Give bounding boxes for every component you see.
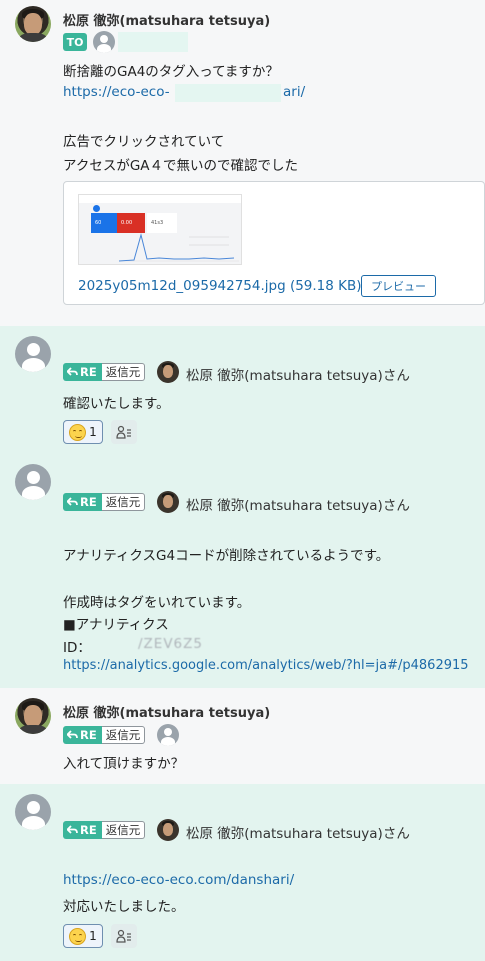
message-link[interactable]: https://eco-eco-eco.com/danshari/ bbox=[63, 872, 294, 888]
reply-badge[interactable]: RE 返信元 bbox=[63, 726, 146, 744]
reply-badge[interactable]: RE 返信元 bbox=[63, 493, 146, 511]
sender-avatar[interactable] bbox=[15, 336, 51, 372]
message-5: RE 返信元 松原 徹弥(matsuhara tetsuya)さん https:… bbox=[0, 784, 485, 961]
message-link-start[interactable]: https://eco-eco- bbox=[63, 84, 170, 100]
message-text: 広告でクリックされていて bbox=[63, 134, 225, 150]
attachment-thumbnail[interactable]: 60 0.00 41s3 bbox=[78, 194, 242, 265]
message-text: 入れて頂けますか？ bbox=[63, 756, 185, 772]
sender-name[interactable]: 松原 徹弥(matsuhara tetsuya) bbox=[63, 702, 270, 721]
message-link-end[interactable]: ari/ bbox=[283, 84, 305, 100]
re-label: RE bbox=[80, 495, 97, 509]
sender-avatar[interactable] bbox=[15, 794, 51, 830]
redacted-recipient-name bbox=[118, 32, 188, 52]
reaction-users-button[interactable] bbox=[111, 924, 137, 948]
re-label: RE bbox=[80, 728, 97, 742]
message-text: 対応いたしました。 bbox=[63, 899, 185, 915]
re-label: RE bbox=[80, 365, 97, 379]
recipient-avatar[interactable] bbox=[93, 31, 115, 53]
message-text: 断捨離のGA4のタグ入ってますか？ bbox=[63, 64, 279, 80]
message-text: アクセスがGA４で無いので確認でした bbox=[63, 158, 299, 174]
message-2: RE 返信元 松原 徹弥(matsuhara tetsuya)さん 確認いたしま… bbox=[0, 326, 485, 454]
reaction-button[interactable]: 1 bbox=[63, 924, 103, 948]
message-3: RE 返信元 松原 徹弥(matsuhara tetsuya)さん アナリティク… bbox=[0, 454, 485, 688]
message-text: アナリティクスG4コードが削除されているようです。 bbox=[63, 548, 390, 564]
message-text: 確認いたします。 bbox=[63, 396, 170, 412]
reply-to-avatar[interactable] bbox=[157, 819, 179, 841]
message-text: 作成時はタグをいれています。 bbox=[63, 595, 251, 611]
message-text: ■アナリティクス bbox=[63, 617, 169, 633]
smile-emoji-icon bbox=[69, 423, 87, 441]
reply-to-name[interactable]: 松原 徹弥(matsuhara tetsuya)さん bbox=[186, 494, 410, 514]
reply-to-name[interactable]: 松原 徹弥(matsuhara tetsuya)さん bbox=[186, 364, 410, 384]
reply-to-avatar[interactable] bbox=[157, 491, 179, 513]
analytics-link[interactable]: https://analytics.google.com/analytics/w… bbox=[63, 658, 469, 673]
sender-avatar[interactable] bbox=[15, 464, 51, 500]
re-label: RE bbox=[80, 823, 97, 837]
reaction-count: 1 bbox=[89, 425, 97, 439]
reaction-button[interactable]: 1 bbox=[63, 420, 103, 444]
sender-avatar[interactable] bbox=[15, 6, 51, 42]
blurred-id-value: /ZEV6Z5 bbox=[138, 636, 203, 652]
smile-emoji-icon bbox=[69, 927, 87, 945]
reply-arrow-icon bbox=[67, 730, 78, 739]
file-attachment: 60 0.00 41s3 2025y05m12d_095942754.jpg (… bbox=[63, 181, 485, 305]
user-list-icon bbox=[116, 425, 131, 439]
redacted-url-segment bbox=[175, 84, 281, 102]
sender-name[interactable]: 松原 徹弥(matsuhara tetsuya) bbox=[63, 10, 270, 29]
user-list-icon bbox=[116, 929, 131, 943]
reply-arrow-icon bbox=[67, 367, 78, 376]
message-1: 松原 徹弥(matsuhara tetsuya) TO 断捨離のGA4のタグ入っ… bbox=[0, 0, 485, 326]
reaction-count: 1 bbox=[89, 929, 97, 943]
message-4: 松原 徹弥(matsuhara tetsuya) RE 返信元 入れて頂けますか… bbox=[0, 688, 485, 784]
preview-button[interactable]: プレビュー bbox=[361, 275, 436, 297]
sender-avatar[interactable] bbox=[15, 698, 51, 734]
reply-source-label[interactable]: 返信元 bbox=[101, 363, 146, 381]
reply-arrow-icon bbox=[67, 825, 78, 834]
reply-to-avatar[interactable] bbox=[157, 724, 179, 746]
reply-arrow-icon bbox=[67, 497, 78, 506]
reply-source-label[interactable]: 返信元 bbox=[101, 493, 146, 511]
to-badge: TO bbox=[63, 33, 87, 51]
attachment-filename[interactable]: 2025y05m12d_095942754.jpg (59.18 KB) bbox=[78, 278, 362, 294]
reply-to-avatar[interactable] bbox=[157, 361, 179, 383]
reply-source-label[interactable]: 返信元 bbox=[101, 821, 146, 839]
reaction-users-button[interactable] bbox=[111, 420, 137, 444]
reply-to-name[interactable]: 松原 徹弥(matsuhara tetsuya)さん bbox=[186, 822, 410, 842]
reply-source-label[interactable]: 返信元 bbox=[101, 726, 146, 744]
id-label: ID： bbox=[63, 640, 91, 656]
reply-badge[interactable]: RE 返信元 bbox=[63, 821, 146, 839]
reply-badge[interactable]: RE 返信元 bbox=[63, 363, 146, 381]
